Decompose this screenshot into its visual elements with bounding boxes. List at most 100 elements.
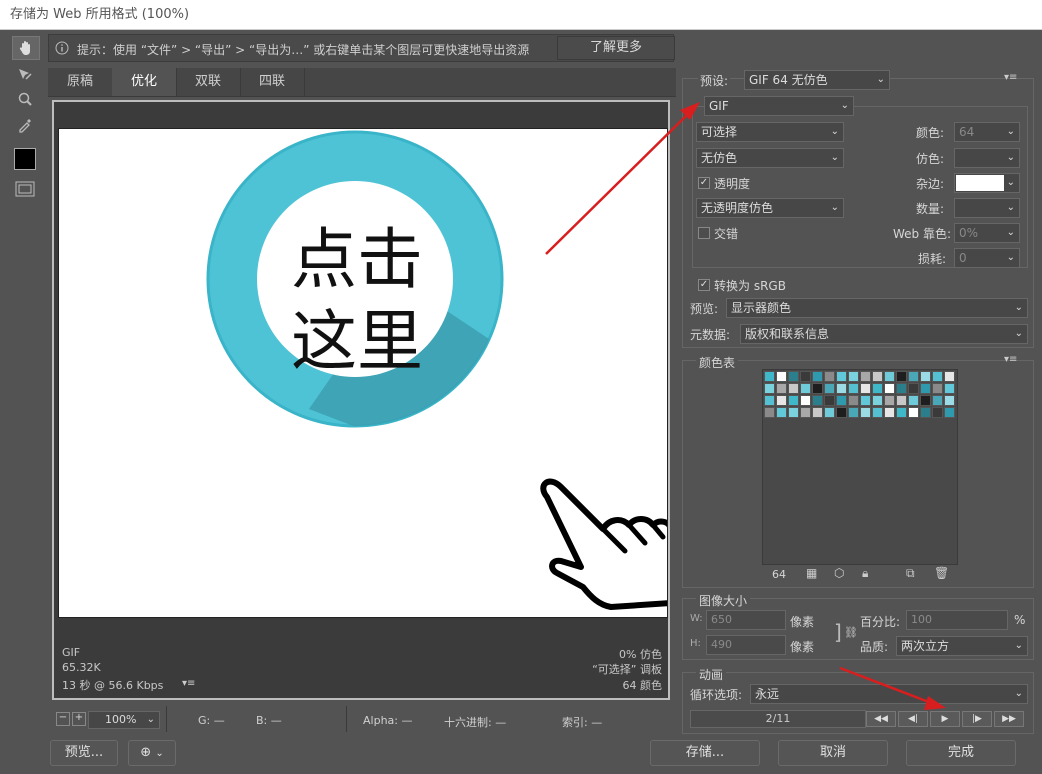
color-swatch[interactable] bbox=[944, 407, 955, 418]
metadata-select[interactable]: 版权和联系信息 ⌄ bbox=[740, 324, 1028, 344]
color-swatch[interactable] bbox=[824, 383, 835, 394]
toggle-slices-icon[interactable] bbox=[12, 178, 38, 200]
link-chain-icon[interactable]: ⛓︎ bbox=[844, 626, 858, 639]
color-swatch[interactable] bbox=[908, 395, 919, 406]
color-swatch[interactable] bbox=[908, 407, 919, 418]
play-button[interactable]: ▶ bbox=[930, 711, 960, 727]
preview-mode-select[interactable]: 显示器颜色 ⌄ bbox=[726, 298, 1028, 318]
color-swatch[interactable] bbox=[800, 395, 811, 406]
web-shift-cube-icon[interactable]: ⬡ bbox=[834, 566, 844, 580]
tab-original[interactable]: 原稿 bbox=[48, 68, 113, 96]
color-swatch[interactable] bbox=[920, 383, 931, 394]
zoom-out-button[interactable]: − bbox=[56, 712, 70, 726]
color-swatch[interactable] bbox=[836, 395, 847, 406]
color-swatch[interactable] bbox=[848, 371, 859, 382]
interlaced-checkbox[interactable] bbox=[698, 227, 710, 239]
amount-select[interactable]: ⌄ bbox=[954, 198, 1020, 218]
color-swatch[interactable] bbox=[848, 407, 859, 418]
previous-frame-button[interactable]: ◀| bbox=[898, 711, 928, 727]
color-swatch[interactable] bbox=[824, 407, 835, 418]
tab-optimized[interactable]: 优化 bbox=[112, 68, 177, 96]
color-swatch[interactable] bbox=[776, 395, 787, 406]
color-swatch[interactable] bbox=[932, 383, 943, 394]
color-swatch[interactable] bbox=[860, 407, 871, 418]
color-table-menu-icon[interactable]: ▾≡ bbox=[1004, 354, 1017, 365]
color-swatch[interactable] bbox=[944, 371, 955, 382]
color-swatch[interactable] bbox=[764, 407, 775, 418]
color-swatch[interactable] bbox=[812, 371, 823, 382]
color-swatch[interactable] bbox=[788, 395, 799, 406]
height-input[interactable]: 490 bbox=[706, 635, 786, 655]
color-swatch[interactable] bbox=[932, 407, 943, 418]
color-swatch[interactable] bbox=[848, 395, 859, 406]
learn-more-button[interactable]: 了解更多 bbox=[557, 36, 675, 60]
color-swatch[interactable] bbox=[872, 371, 883, 382]
color-swatch[interactable] bbox=[872, 383, 883, 394]
color-swatch[interactable] bbox=[836, 383, 847, 394]
preview-image[interactable]: 点击 这里 bbox=[58, 128, 668, 618]
color-swatch[interactable] bbox=[788, 371, 799, 382]
color-swatch[interactable] bbox=[812, 383, 823, 394]
color-swatch[interactable] bbox=[800, 383, 811, 394]
tab-2-up[interactable]: 双联 bbox=[176, 68, 241, 96]
color-swatch[interactable] bbox=[932, 371, 943, 382]
zoom-level-select[interactable]: 100% ⌄ bbox=[88, 711, 160, 729]
color-swatch[interactable] bbox=[824, 395, 835, 406]
color-reduction-select[interactable]: 可选择 ⌄ bbox=[696, 122, 844, 142]
color-swatch[interactable] bbox=[836, 371, 847, 382]
color-swatch[interactable] bbox=[884, 395, 895, 406]
color-swatch[interactable] bbox=[872, 395, 883, 406]
optimize-menu-icon[interactable]: ▾≡ bbox=[1004, 72, 1017, 83]
color-swatch[interactable] bbox=[944, 383, 955, 394]
color-swatch[interactable] bbox=[896, 383, 907, 394]
web-snap-select[interactable]: 0% ⌄ bbox=[954, 223, 1020, 243]
transparency-checkbox[interactable]: ✓ bbox=[698, 177, 710, 189]
color-swatch[interactable] bbox=[800, 407, 811, 418]
next-frame-button[interactable]: |▶ bbox=[962, 711, 992, 727]
color-swatch[interactable] bbox=[884, 371, 895, 382]
color-swatch[interactable] bbox=[920, 371, 931, 382]
color-swatch[interactable] bbox=[836, 407, 847, 418]
eyedropper-color-swatch[interactable] bbox=[12, 148, 38, 170]
color-swatch[interactable] bbox=[872, 407, 883, 418]
color-swatch[interactable] bbox=[776, 371, 787, 382]
dither-algorithm-select[interactable]: 无仿色 ⌄ bbox=[696, 148, 844, 168]
color-swatch[interactable] bbox=[860, 383, 871, 394]
convert-srgb-checkbox[interactable]: ✓ bbox=[698, 279, 710, 291]
color-swatch[interactable] bbox=[932, 395, 943, 406]
last-frame-button[interactable]: ▶▶ bbox=[994, 711, 1024, 727]
color-swatch[interactable] bbox=[764, 371, 775, 382]
new-color-icon[interactable]: ⧉ bbox=[906, 566, 915, 581]
color-swatch[interactable] bbox=[920, 407, 931, 418]
color-swatch[interactable] bbox=[884, 407, 895, 418]
preset-select[interactable]: GIF 64 无仿色 ⌄ bbox=[744, 70, 890, 90]
color-swatch[interactable] bbox=[896, 395, 907, 406]
color-swatch[interactable] bbox=[800, 371, 811, 382]
hand-tool-icon[interactable] bbox=[12, 36, 40, 60]
lossy-select[interactable]: 0 ⌄ bbox=[954, 248, 1020, 268]
save-button[interactable]: 存储... bbox=[650, 740, 760, 766]
file-format-select[interactable]: GIF ⌄ bbox=[704, 96, 854, 116]
color-swatch[interactable] bbox=[908, 383, 919, 394]
color-swatch[interactable] bbox=[896, 407, 907, 418]
color-swatch[interactable] bbox=[860, 395, 871, 406]
lock-color-icon[interactable]: 🔒︎ bbox=[862, 566, 868, 581]
zoom-in-button[interactable]: + bbox=[72, 712, 86, 726]
colors-select[interactable]: 64 ⌄ bbox=[954, 122, 1020, 142]
color-swatch[interactable] bbox=[860, 371, 871, 382]
color-swatch[interactable] bbox=[884, 383, 895, 394]
cancel-button[interactable]: 取消 bbox=[778, 740, 888, 766]
done-button[interactable]: 完成 bbox=[906, 740, 1016, 766]
color-swatch[interactable] bbox=[812, 395, 823, 406]
quality-select[interactable]: 两次立方 ⌄ bbox=[896, 636, 1028, 656]
color-swatch[interactable] bbox=[908, 371, 919, 382]
color-swatch[interactable] bbox=[896, 371, 907, 382]
delete-color-icon[interactable]: 🗑︎ bbox=[934, 566, 949, 580]
color-swatch[interactable] bbox=[824, 371, 835, 382]
color-swatch[interactable] bbox=[776, 383, 787, 394]
width-input[interactable]: 650 bbox=[706, 610, 786, 630]
preview-button[interactable]: 预览... bbox=[50, 740, 118, 766]
color-swatch[interactable] bbox=[848, 383, 859, 394]
color-swatch[interactable] bbox=[764, 395, 775, 406]
loop-options-select[interactable]: 永远 ⌄ bbox=[750, 684, 1028, 704]
